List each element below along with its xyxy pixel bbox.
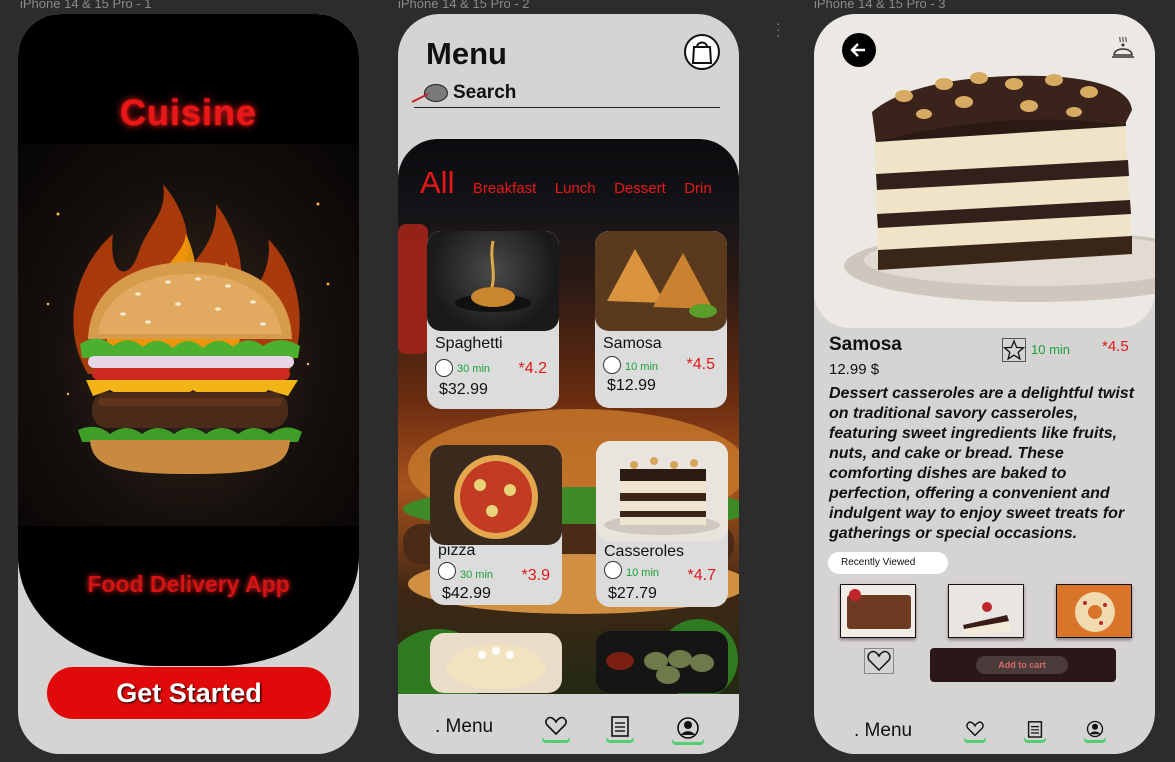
nav-menu[interactable]: . Menu [854, 720, 912, 742]
samosa-image [595, 231, 727, 331]
heart-icon[interactable] [542, 712, 570, 740]
recently-viewed-label: Recently Viewed [828, 552, 948, 574]
item-price: $42.99 [442, 585, 491, 602]
menu-card-samosa[interactable]: Samosa 10 min *4.5 $12.99 [595, 231, 727, 408]
menu-screen: Menu Search All Breakfast Lunch Dessert [398, 14, 739, 754]
item-name: Spaghetti [435, 335, 503, 352]
add-to-cart-bar: Add to cart [930, 648, 1116, 682]
tab-drinks[interactable]: Drin [684, 180, 712, 197]
splash-screen: Cuisine Food Delivery App Get Started [18, 14, 359, 754]
cheesecake-image [446, 645, 546, 689]
clock-icon [603, 356, 621, 374]
recent-thumbnail-donut[interactable] [1056, 584, 1132, 638]
item-name: Samosa [829, 334, 902, 355]
search-bar[interactable]: Search [411, 80, 720, 108]
item-description: Dessert casseroles are a delightful twis… [829, 385, 1135, 542]
tab-dessert[interactable]: Dessert [614, 180, 666, 197]
back-button[interactable] [842, 33, 876, 67]
item-price: $12.99 [607, 377, 656, 394]
item-rating: *4.2 [518, 360, 547, 377]
shopping-bag-icon[interactable] [684, 34, 720, 70]
item-rating: *4.5 [1102, 338, 1129, 355]
item-time: 30 min [457, 363, 491, 375]
notepad-icon[interactable] [606, 712, 634, 740]
frame-label-3: iPhone 14 & 15 Pro - 3 [814, 0, 946, 11]
profile-icon[interactable] [1084, 718, 1106, 740]
tab-breakfast[interactable]: Breakfast [473, 180, 536, 197]
favorite-button[interactable] [864, 648, 894, 674]
app-subtitle: Food Delivery App [87, 571, 290, 597]
star-icon[interactable] [1002, 338, 1026, 362]
frame-label-1: iPhone 14 & 15 Pro - 1 [20, 0, 152, 11]
recent-thumbnail-cake[interactable] [948, 584, 1024, 638]
item-name: Casseroles [604, 543, 685, 560]
menu-content: All Breakfast Lunch Dessert Drin Spaghet… [398, 139, 739, 719]
item-time: 10 min [1031, 342, 1071, 357]
tab-lunch[interactable]: Lunch [555, 180, 596, 197]
search-input[interactable]: Search [453, 82, 516, 104]
page-title: Menu [426, 36, 507, 71]
detail-screen: Samosa 10 min *4.5 12.99 $ Dessert casse… [814, 14, 1155, 754]
notepad-icon[interactable] [1024, 718, 1046, 740]
item-price: 12.99 $ [829, 361, 880, 378]
menu-card-casseroles[interactable]: Casseroles 10 min *4.7 $27.79 [596, 441, 728, 607]
item-time: 10 min [626, 567, 660, 579]
menu-card-dumplings[interactable] [596, 631, 728, 693]
more-options-icon[interactable]: · · · [776, 16, 781, 42]
nav-menu[interactable]: . Menu [435, 716, 493, 738]
burger-image [18, 144, 359, 530]
bottom-navbar: . Menu [814, 706, 1155, 754]
item-name: Samosa [603, 335, 662, 352]
item-time: 30 min [460, 569, 494, 581]
clock-icon [435, 359, 453, 377]
item-rating: *4.7 [687, 567, 716, 584]
item-name: pizza [438, 542, 476, 559]
heart-icon [867, 650, 891, 672]
profile-icon[interactable] [672, 714, 704, 742]
menu-card-spaghetti[interactable]: Spaghetti 30 min *4.2 $32.99 [427, 231, 559, 409]
arrow-left-icon [850, 43, 865, 57]
heart-icon[interactable] [964, 718, 986, 740]
menu-card-cheesecake[interactable] [430, 633, 562, 693]
item-rating: *4.5 [686, 356, 715, 373]
search-handle-icon [411, 93, 429, 103]
get-started-button[interactable]: Get Started [47, 667, 331, 719]
clock-icon [604, 561, 622, 579]
pizza-image [430, 445, 562, 545]
tab-all[interactable]: All [420, 165, 454, 201]
app-title: Cuisine [119, 92, 258, 133]
bottom-navbar: . Menu [398, 694, 739, 754]
item-price: $32.99 [439, 381, 488, 398]
item-rating: *3.9 [521, 567, 550, 584]
item-time: 10 min [625, 361, 659, 373]
dumplings-image [606, 650, 714, 684]
spaghetti-image [427, 231, 559, 331]
item-price: $27.79 [608, 585, 657, 602]
cloche-icon[interactable] [1110, 36, 1136, 62]
casseroles-image [596, 441, 728, 541]
recent-thumbnail-brownie[interactable] [840, 584, 916, 638]
frame-label-2: iPhone 14 & 15 Pro - 2 [398, 0, 530, 11]
menu-card-pizza[interactable]: pizza 30 min *3.9 $42.99 [430, 445, 562, 605]
add-to-cart-button[interactable]: Add to cart [976, 656, 1068, 674]
clock-icon [438, 562, 456, 580]
category-tabs: All Breakfast Lunch Dessert Drin [420, 165, 726, 201]
